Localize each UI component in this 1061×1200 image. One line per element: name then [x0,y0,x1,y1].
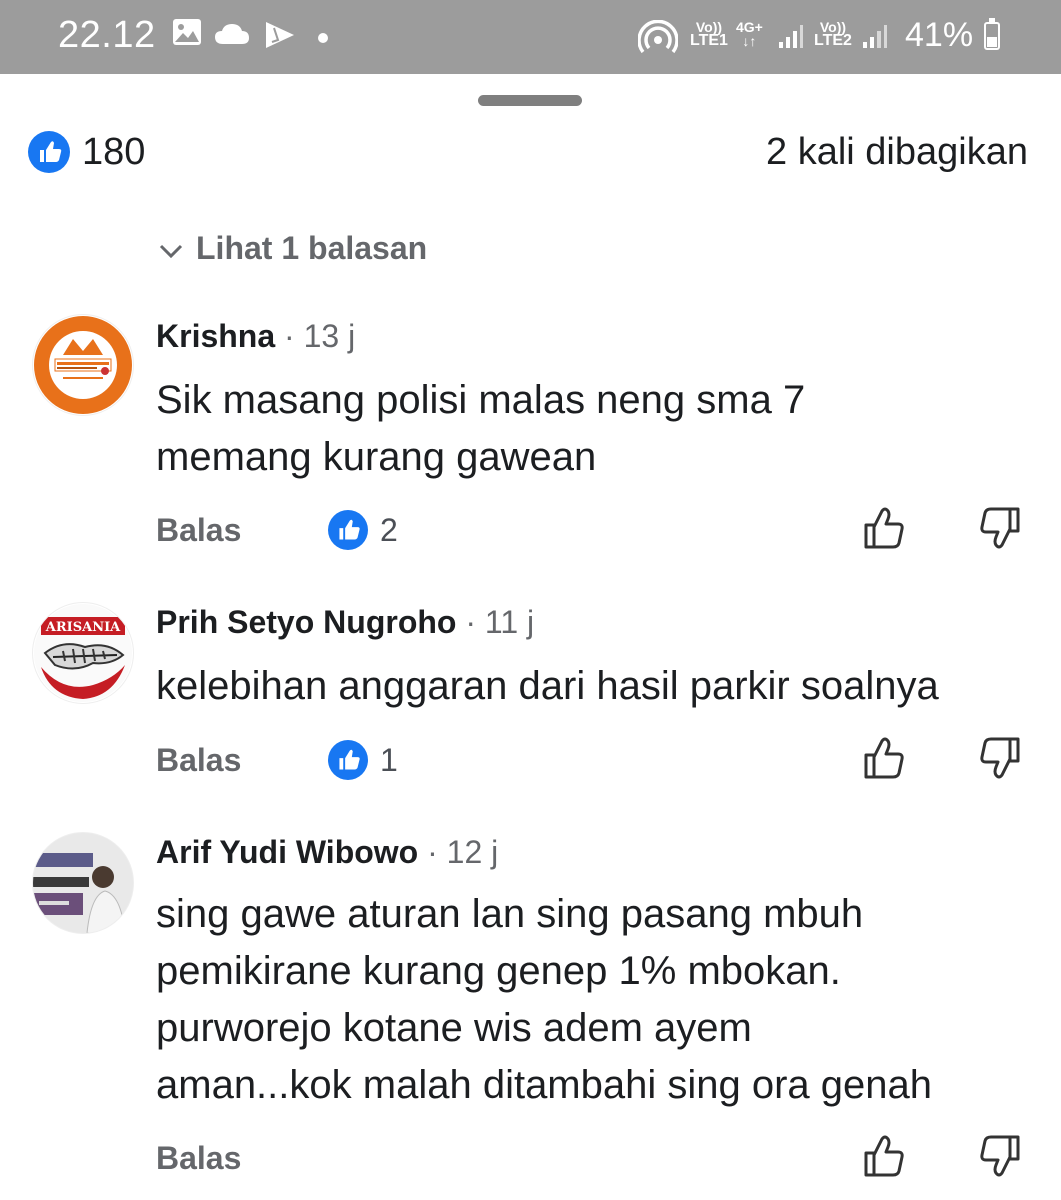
signal-icon [778,24,804,55]
reaction-count[interactable]: 180 [82,128,145,176]
like-icon [328,510,368,550]
like-icon [328,740,368,780]
comment-time[interactable]: · 11 j [465,604,534,640]
battery-percent: 41% [905,16,974,54]
thumb-up-icon[interactable] [862,1133,906,1184]
network-type: 4G+ ↓↑ [736,19,763,49]
sim2-label: Vo)) LTE2 [814,19,852,49]
comment-header: Krishna · 13 j [156,314,355,358]
comment-author[interactable]: Prih Setyo Nugroho [156,604,456,640]
comment-text-line: purworejo kotane wis adem ayem [156,1006,752,1050]
view-replies-button[interactable]: Lihat 1 balasan [158,226,427,270]
comment-text-line: pemikirane kurang genep 1% mbokan. [156,949,841,993]
comment-author[interactable]: Krishna [156,318,275,354]
post-stats: 180 2 kali dibagikan [28,128,1028,178]
comment-header: Arif Yudi Wibowo · 12 j [156,830,498,874]
comment-text-line: Sik masang polisi malas neng sma 7 [156,378,806,422]
status-bar: 22.12 Vo)) LTE1 4G+ ↓↑ Vo)) LTE2 41% [0,0,1061,74]
gallery-icon [172,18,202,51]
reply-button[interactable]: Balas [156,1133,241,1183]
comment-text-line: sing gawe aturan lan sing pasang mbuh [156,892,864,936]
comment-like-count: 2 [380,512,398,548]
avatar[interactable] [32,832,134,934]
like-icon[interactable] [28,131,70,173]
reply-button[interactable]: Balas [156,735,241,785]
thumb-down-icon[interactable] [978,735,1022,786]
drag-handle[interactable] [478,95,582,106]
avatar[interactable] [32,314,134,416]
signal-icon [862,24,888,55]
comment-like-count: 1 [380,742,398,778]
avatar[interactable]: ARISANIA [32,602,134,704]
notification-dot [318,33,328,43]
thumb-down-icon[interactable] [978,1133,1022,1184]
comment-text: Sik masang polisi malas neng sma 7 meman… [156,372,1046,486]
hotspot-icon [637,19,679,59]
thumb-up-icon[interactable] [862,735,906,786]
sim1-label: Vo)) LTE1 [690,19,728,49]
svg-text:ARISANIA: ARISANIA [45,620,121,635]
comment-actions: Balas 2 [156,505,1036,555]
cloud-icon [214,22,250,51]
comment-actions: Balas 1 [156,735,1036,785]
thumb-up-icon[interactable] [862,505,906,556]
comment-header: Prih Setyo Nugroho · 11 j [156,600,534,644]
comment-text: kelebihan anggaran dari hasil parkir soa… [156,658,1046,715]
thumb-down-icon[interactable] [978,505,1022,556]
view-replies-label: Lihat 1 balasan [196,230,428,266]
play-store-icon [264,20,296,55]
comment-actions: Balas [156,1133,1036,1183]
share-count[interactable]: 2 kali dibagikan [766,128,1028,176]
comment-time[interactable]: · 13 j [284,318,355,354]
comment-time[interactable]: · 12 j [427,834,498,870]
comment-text-line: aman...kok malah ditambahi sing ora gena… [156,1063,933,1107]
comment-text-line: kelebihan anggaran dari hasil parkir soa… [156,664,939,708]
status-time: 22.12 [58,14,156,56]
battery-icon [984,18,1000,50]
chevron-down-icon [159,244,183,258]
comment-text-line: memang kurang gawean [156,435,597,479]
reply-button[interactable]: Balas [156,505,241,555]
comment-text: sing gawe aturan lan sing pasang mbuh pe… [156,886,1046,1114]
comment-author[interactable]: Arif Yudi Wibowo [156,834,418,870]
